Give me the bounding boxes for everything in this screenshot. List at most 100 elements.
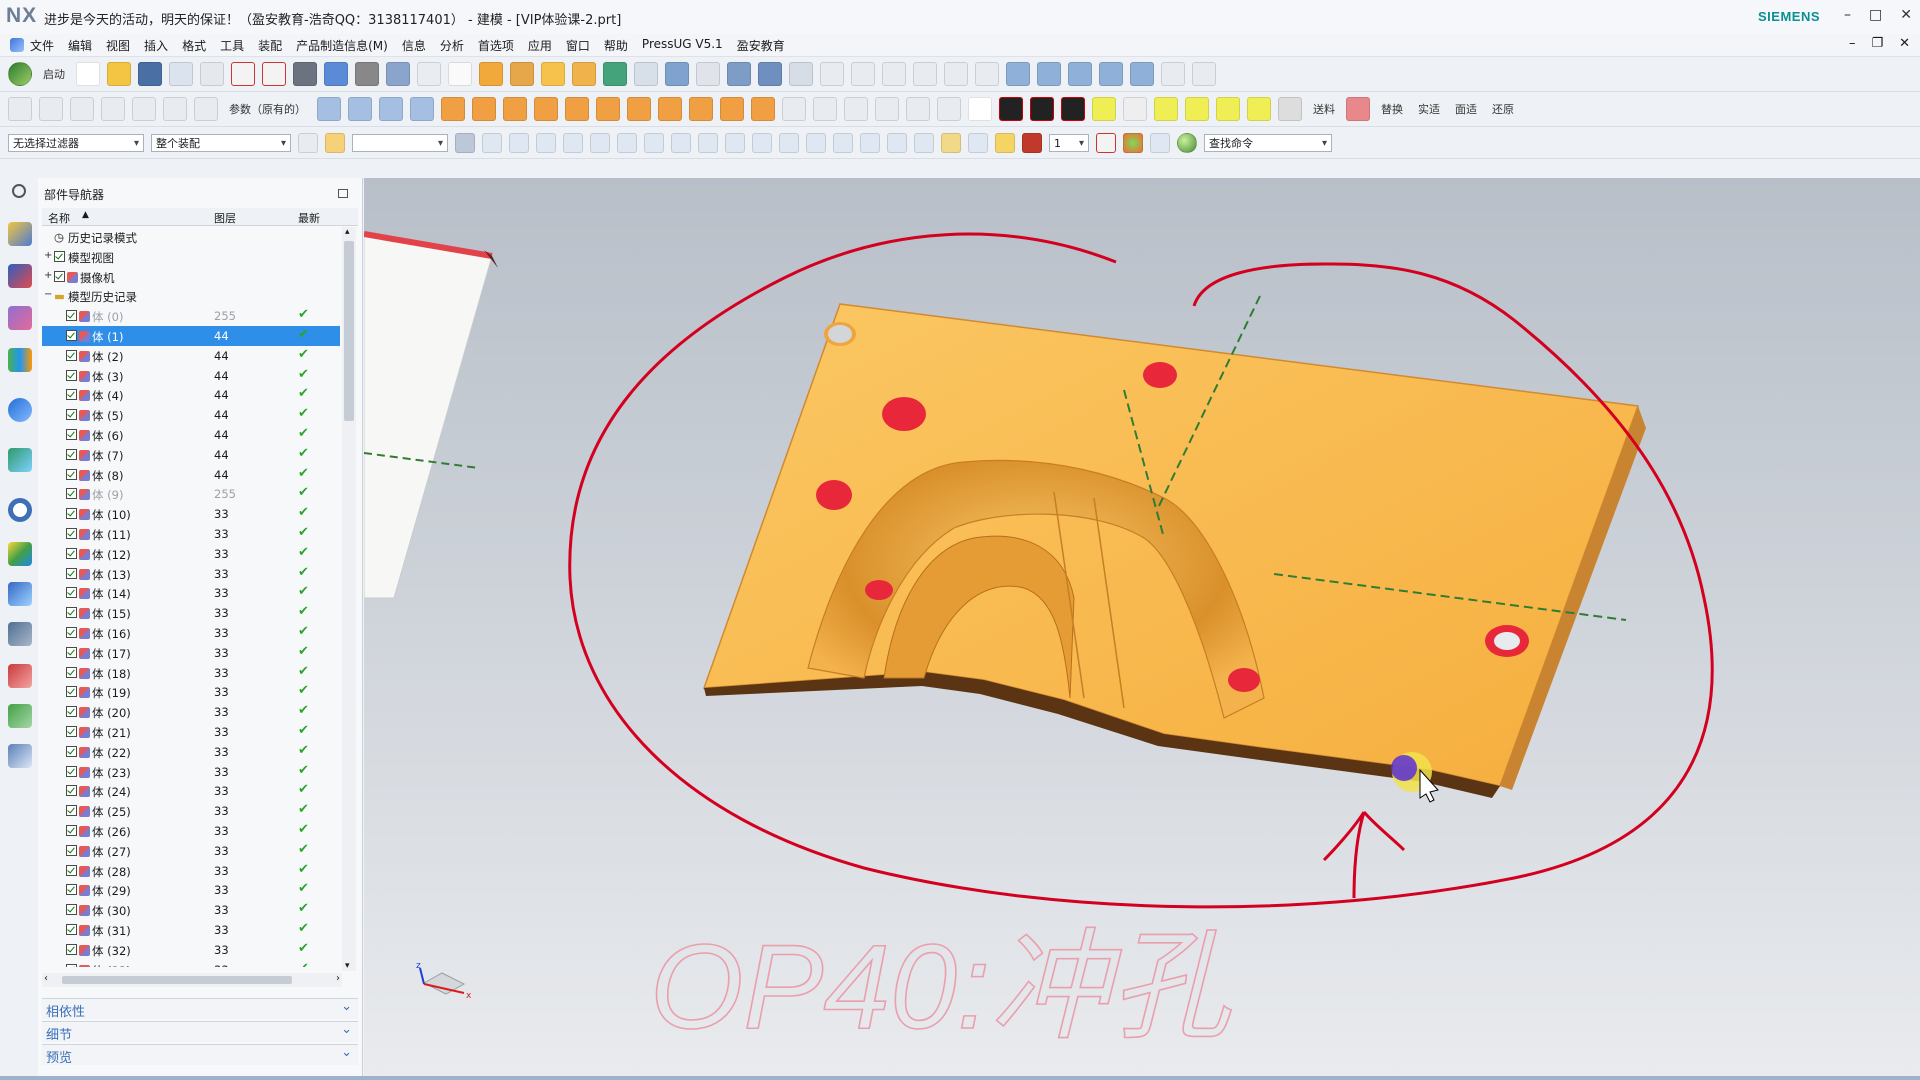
fit-view-icon[interactable]	[231, 62, 255, 86]
rectangle-tool-icon[interactable]	[39, 97, 63, 121]
font-icon[interactable]	[1192, 62, 1216, 86]
redo-icon[interactable]	[200, 62, 224, 86]
body-icon[interactable]	[66, 666, 93, 680]
scroll-down-icon[interactable]: ▾	[345, 961, 350, 971]
find-command-input[interactable]: 查找命令	[1204, 134, 1332, 153]
punch-hole[interactable]	[816, 480, 852, 510]
extrude-icon[interactable]	[479, 62, 503, 86]
preview-panel[interactable]: 预览 ⌄	[42, 1044, 358, 1066]
wcs-dynamic-icon[interactable]	[833, 133, 853, 153]
tree-horizontal-scrollbar[interactable]: ‹ ›	[42, 973, 342, 987]
datum-plane-icon[interactable]	[448, 62, 472, 86]
tree-item-body[interactable]: 体 (18) 33 ✔	[42, 663, 340, 683]
chevron-down-icon[interactable]: ⌄	[341, 1022, 352, 1037]
body-icon[interactable]	[66, 646, 93, 660]
tree-item-body[interactable]: 体 (33) 33 ✔	[42, 960, 340, 967]
body-icon[interactable]	[66, 725, 93, 739]
revolve-icon[interactable]	[510, 62, 534, 86]
column-latest[interactable]: 最新	[298, 210, 320, 226]
body-icon[interactable]	[66, 903, 93, 917]
tree-item-body[interactable]: 体 (0) 255 ✔	[42, 306, 340, 326]
undo-icon[interactable]	[169, 62, 193, 86]
extend-curve-icon[interactable]	[937, 97, 961, 121]
tree-item-body[interactable]: 体 (4) 44 ✔	[42, 385, 340, 405]
curve-tool-icon[interactable]	[317, 97, 341, 121]
tree-item-history-mode[interactable]: ◷ 历史记录模式	[42, 227, 340, 247]
body-icon[interactable]	[66, 784, 93, 798]
body-icon[interactable]	[66, 448, 93, 462]
palettes-icon[interactable]	[8, 448, 32, 472]
body-icon[interactable]	[66, 428, 93, 442]
journal-icon[interactable]	[8, 744, 32, 768]
body-icon[interactable]	[66, 943, 93, 957]
face-fit-button[interactable]: 面适	[1455, 101, 1477, 117]
pink-tool-icon[interactable]	[1346, 97, 1370, 121]
punch-hole[interactable]	[1143, 362, 1177, 388]
details-panel[interactable]: 细节 ⌄	[42, 1021, 358, 1043]
menu-format[interactable]: 格式	[182, 37, 206, 54]
select-body-icon[interactable]	[455, 133, 475, 153]
body-icon[interactable]	[66, 567, 93, 581]
tree-item-body[interactable]: 体 (24) 33 ✔	[42, 781, 340, 801]
scroll-right-icon[interactable]: ›	[336, 973, 340, 984]
tree-item-body[interactable]: 体 (32) 33 ✔	[42, 940, 340, 960]
background-icon[interactable]	[355, 62, 379, 86]
body-icon[interactable]	[66, 705, 93, 719]
menu-info[interactable]: 信息	[402, 37, 426, 54]
scroll-thumb[interactable]	[344, 241, 354, 421]
tree-item-body[interactable]: 体 (1) 44 ✔	[42, 326, 340, 346]
menu-edit[interactable]: 编辑	[68, 37, 92, 54]
tree-item-body[interactable]: 体 (5) 44 ✔	[42, 405, 340, 425]
body-icon[interactable]	[66, 844, 93, 858]
tree-item-body[interactable]: 体 (11) 33 ✔	[42, 524, 340, 544]
work-layer-select[interactable]: 1	[1049, 134, 1089, 153]
body-icon[interactable]	[66, 468, 93, 482]
save-icon[interactable]	[138, 62, 162, 86]
face-tool-8-icon[interactable]	[658, 97, 682, 121]
layer-settings-icon[interactable]	[968, 133, 988, 153]
tree-item-body[interactable]: 体 (7) 44 ✔	[42, 445, 340, 465]
tree-item-body[interactable]: 体 (22) 33 ✔	[42, 742, 340, 762]
trim-body-icon[interactable]	[634, 62, 658, 86]
open-folder-icon[interactable]	[107, 62, 131, 86]
view-cube-icon[interactable]	[324, 62, 348, 86]
flange-icon[interactable]	[975, 62, 999, 86]
tree-item-model-views[interactable]: + 模型视图	[42, 247, 340, 267]
select-helper-icon[interactable]	[298, 133, 318, 153]
body-icon[interactable]	[66, 507, 93, 521]
param-label[interactable]: 参数（原有的）	[229, 101, 306, 117]
mesh-tool-icon[interactable]	[132, 97, 156, 121]
menu-insert[interactable]: 插入	[144, 37, 168, 54]
feed-button[interactable]: 送料	[1313, 101, 1335, 117]
tree-item-body[interactable]: 体 (6) 44 ✔	[42, 425, 340, 445]
red-cube-icon[interactable]	[1022, 133, 1042, 153]
ruler-icon[interactable]	[941, 133, 961, 153]
sphere-icon[interactable]	[1177, 133, 1197, 153]
face-tool-4-icon[interactable]	[534, 97, 558, 121]
face-tool-5-icon[interactable]	[565, 97, 589, 121]
maximize-panel-icon[interactable]	[338, 189, 348, 198]
punch-hole[interactable]	[1228, 668, 1260, 692]
csys-triad[interactable]: z x	[416, 961, 472, 1001]
arrow-left-icon[interactable]	[999, 97, 1023, 121]
body-icon[interactable]	[66, 349, 93, 363]
boss-icon[interactable]	[572, 62, 596, 86]
visual-reporting-icon[interactable]	[8, 704, 32, 728]
body-icon[interactable]	[66, 923, 93, 937]
tree-item-model-history[interactable]: − ▬ 模型历史记录	[42, 286, 340, 306]
snap-curve-icon[interactable]	[698, 133, 718, 153]
split-curve-icon[interactable]	[813, 97, 837, 121]
menu-application[interactable]: 应用	[528, 37, 552, 54]
body-icon[interactable]	[66, 963, 93, 967]
assembly-scope-select[interactable]: 整个装配	[151, 134, 291, 153]
tree-item-body[interactable]: 体 (31) 33 ✔	[42, 920, 340, 940]
join-curve-icon[interactable]	[844, 97, 868, 121]
zoom-icon[interactable]	[262, 62, 286, 86]
body-icon[interactable]	[66, 408, 93, 422]
wrap-tool-icon[interactable]	[410, 97, 434, 121]
tree-item-body[interactable]: 体 (2) 44 ✔	[42, 346, 340, 366]
line-tool-icon[interactable]	[8, 97, 32, 121]
bridge-tool-icon[interactable]	[379, 97, 403, 121]
snap-point-icon[interactable]	[671, 133, 691, 153]
tree-item-cameras[interactable]: + 摄像机	[42, 267, 340, 287]
